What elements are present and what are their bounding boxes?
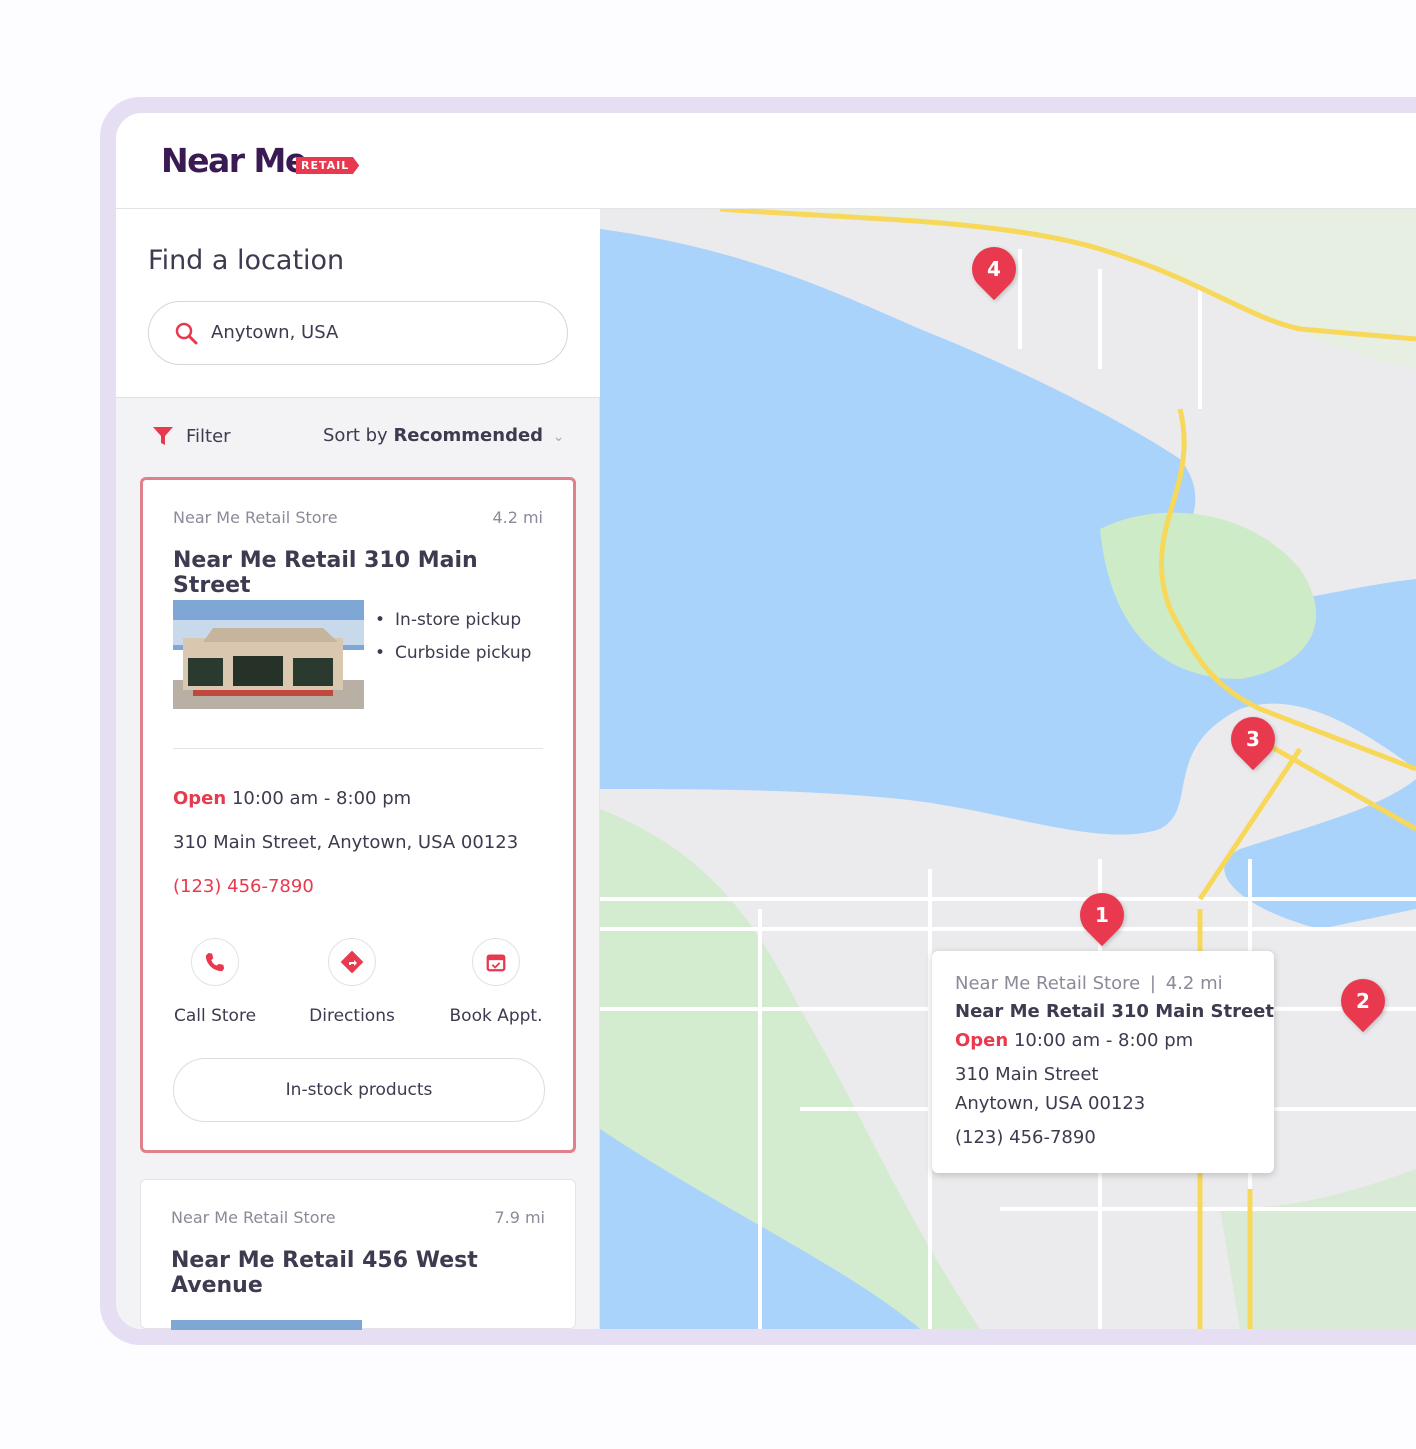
popup-store-name: Near Me Retail 310 Main Street (955, 1001, 1274, 1022)
popup-phone[interactable]: (123) 456-7890 (955, 1127, 1096, 1148)
feature-list: In-store pickup Curbside pickup (375, 604, 531, 670)
divider (173, 748, 543, 749)
feature-item: In-store pickup (375, 604, 531, 637)
directions-button[interactable]: Directions (292, 938, 412, 1026)
map-pin[interactable]: 3 (1221, 707, 1285, 771)
pin-number: 1 (1095, 903, 1109, 927)
in-stock-products-button[interactable]: In-stock products (173, 1058, 545, 1122)
store-photo (171, 1320, 362, 1330)
store-card[interactable]: Near Me Retail Store 4.2 mi Near Me Reta… (140, 477, 576, 1153)
action-label: Book Appt. (449, 1006, 543, 1026)
store-phone[interactable]: (123) 456-7890 (173, 876, 314, 897)
logo-badge: RETAIL (296, 157, 360, 174)
sort-prefix: Sort by (323, 425, 388, 446)
popup-meta: Near Me Retail Store | 4.2 mi (955, 973, 1223, 994)
logo[interactable]: Near Me (161, 141, 307, 180)
store-hours: Open 10:00 am - 8:00 pm (173, 788, 411, 809)
store-card[interactable]: Near Me Retail Store 7.9 mi Near Me Reta… (140, 1179, 576, 1330)
page-title: Find a location (148, 245, 345, 276)
store-photo (173, 600, 364, 709)
popup-city: Anytown, USA 00123 (955, 1093, 1146, 1114)
book-appointment-button[interactable]: Book Appt. (436, 938, 556, 1026)
filter-label: Filter (186, 425, 231, 447)
app-window: Near Me RETAIL Find a location Anytown, … (116, 113, 1416, 1330)
store-category: Near Me Retail Store (173, 508, 338, 527)
map-pin[interactable]: 2 (1331, 969, 1395, 1033)
pin-number: 2 (1356, 989, 1370, 1013)
store-address: 310 Main Street, Anytown, USA 00123 (173, 832, 519, 853)
action-label: Directions (309, 1006, 395, 1026)
feature-item: Curbside pickup (375, 637, 531, 670)
hours-text: 10:00 am - 8:00 pm (231, 788, 412, 809)
pin-number: 3 (1246, 727, 1260, 751)
chevron-down-icon: ⌄ (552, 429, 565, 445)
sort-dropdown[interactable]: Sort by Recommended ⌄ (323, 425, 565, 446)
map-pin[interactable]: 4 (962, 237, 1026, 301)
popup-street: 310 Main Street (955, 1064, 1099, 1085)
search-section: Find a location Anytown, USA (116, 209, 600, 398)
store-name[interactable]: Near Me Retail 456 West Avenue (171, 1248, 491, 1298)
store-distance: 7.9 mi (494, 1208, 545, 1227)
sort-value: Recommended (393, 425, 544, 446)
directions-icon (340, 950, 364, 974)
search-icon (175, 322, 198, 345)
popup-hours: Open 10:00 am - 8:00 pm (955, 1030, 1194, 1051)
action-label: Call Store (173, 1006, 257, 1026)
phone-icon (205, 952, 225, 972)
call-store-button[interactable]: Call Store (155, 938, 275, 1026)
calendar-icon (486, 954, 506, 972)
store-name[interactable]: Near Me Retail 310 Main Street (173, 548, 553, 598)
filter-icon (153, 427, 173, 445)
store-category: Near Me Retail Store (171, 1208, 336, 1227)
header: Near Me RETAIL (116, 113, 1416, 209)
search-value: Anytown, USA (211, 322, 339, 343)
pin-number: 4 (987, 257, 1001, 281)
store-distance: 4.2 mi (492, 508, 543, 527)
map-pin[interactable]: 1 (1070, 883, 1134, 947)
filter-button[interactable]: Filter (152, 425, 231, 447)
search-input[interactable]: Anytown, USA (148, 301, 568, 365)
sidebar: Find a location Anytown, USA Filter Sort… (116, 209, 600, 1330)
map-popup[interactable]: Near Me Retail Store | 4.2 mi Near Me Re… (932, 951, 1274, 1173)
open-status: Open (173, 788, 227, 809)
